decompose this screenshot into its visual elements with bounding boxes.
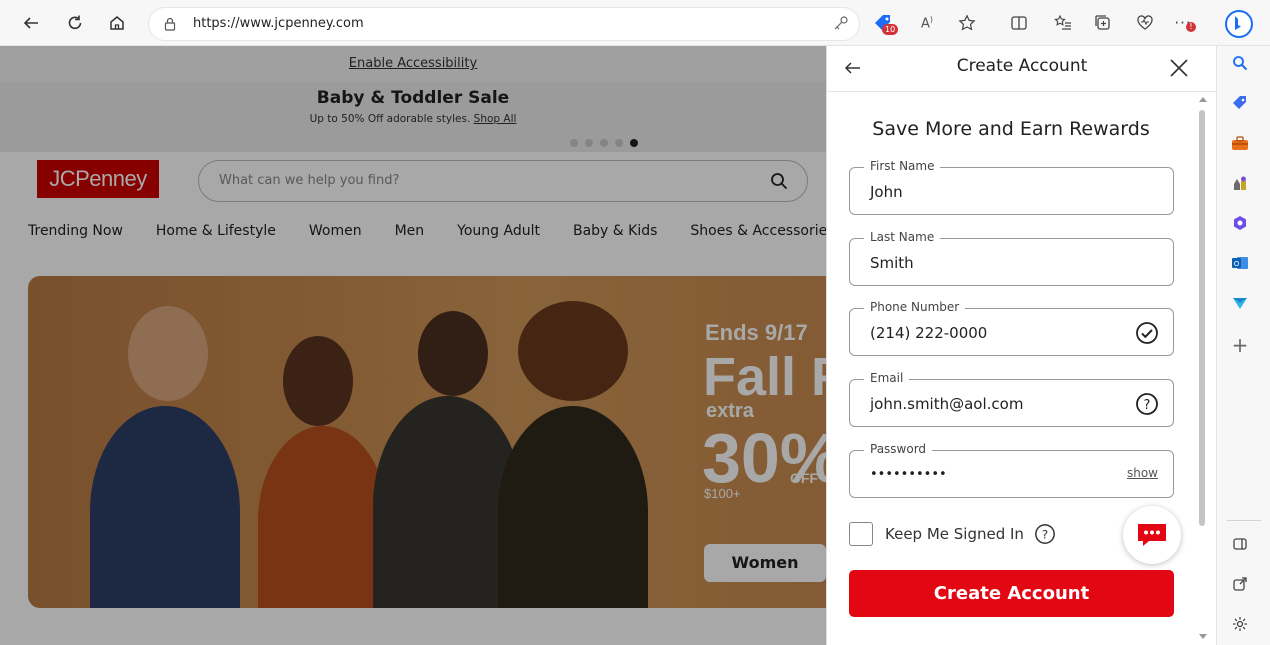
key-icon[interactable] — [830, 12, 852, 34]
keep-signed-in-label[interactable]: Keep Me Signed In — [885, 525, 1024, 543]
search-icon[interactable] — [1229, 52, 1251, 74]
create-account-panel: Create Account Save More and Earn Reward… — [826, 46, 1217, 645]
phone-number-label: Phone Number — [864, 300, 966, 314]
browser-sidebar: O + — [1216, 46, 1270, 645]
shopping-tag-icon[interactable]: 10 — [872, 12, 899, 35]
last-name-label: Last Name — [864, 230, 941, 244]
webpage-content: Enable Accessibility Baby & Toddler Sale… — [0, 46, 826, 645]
shopping-tag-icon[interactable] — [1229, 92, 1251, 114]
alert-dot: ! — [1186, 22, 1196, 32]
first-name-label: First Name — [864, 159, 941, 173]
panel-title: Create Account — [956, 56, 1088, 76]
url-text: https://www.jcpenney.com — [193, 16, 364, 31]
keep-signed-in-checkbox[interactable] — [849, 522, 873, 546]
coupon-badge: 10 — [882, 24, 899, 35]
bing-copilot-icon[interactable] — [1224, 9, 1254, 39]
password-label: Password — [864, 442, 933, 456]
last-name-value: Smith — [870, 254, 914, 272]
phone-number-field[interactable]: Phone Number (214) 222-0000 — [849, 300, 1174, 356]
panel-scrollbar[interactable] — [1199, 110, 1205, 526]
collections-icon[interactable] — [1092, 12, 1114, 34]
settings-gear-icon[interactable] — [1229, 613, 1251, 635]
tools-icon[interactable] — [1229, 132, 1251, 154]
email-value: john.smith@aol.com — [870, 395, 1024, 413]
open-external-icon[interactable] — [1229, 573, 1251, 595]
keep-signed-in-row: Keep Me Signed In ? — [849, 522, 1056, 546]
last-name-field[interactable]: Last Name Smith — [849, 230, 1174, 286]
split-screen-icon[interactable] — [1008, 12, 1030, 34]
first-name-value: John — [870, 183, 903, 201]
password-field[interactable]: Password •••••••••• show — [849, 442, 1174, 498]
email-field[interactable]: Email john.smith@aol.com ? — [849, 371, 1174, 427]
address-bar[interactable]: https://www.jcpenney.com — [148, 7, 860, 41]
favorite-star-icon[interactable] — [956, 12, 978, 34]
favorites-list-icon[interactable] — [1052, 12, 1074, 34]
chat-bubble-icon — [1138, 524, 1166, 546]
outlook-icon[interactable]: O — [1229, 252, 1251, 274]
modal-backdrop[interactable] — [0, 46, 826, 645]
chat-button[interactable] — [1123, 506, 1181, 564]
back-icon[interactable] — [20, 12, 42, 34]
games-icon[interactable] — [1229, 172, 1251, 194]
show-password-link[interactable]: show — [1127, 466, 1158, 480]
svg-text:O: O — [1234, 260, 1240, 268]
create-account-button[interactable]: Create Account — [849, 570, 1174, 617]
hide-sidebar-icon[interactable] — [1229, 533, 1251, 555]
lock-icon — [164, 17, 176, 31]
help-circle-icon[interactable]: ? — [1135, 392, 1159, 416]
phone-number-value: (214) 222-0000 — [870, 324, 988, 342]
add-icon[interactable]: + — [1229, 333, 1251, 357]
browser-toolbar: https://www.jcpenney.com 10 A) ··· ! — [0, 0, 1270, 46]
refresh-icon[interactable] — [64, 12, 86, 34]
close-icon[interactable] — [1167, 56, 1191, 80]
more-menu-icon[interactable]: ··· ! — [1172, 12, 1196, 34]
password-value: •••••••••• — [870, 467, 947, 482]
scroll-down-icon[interactable] — [1199, 634, 1207, 640]
microsoft-365-icon[interactable] — [1229, 212, 1251, 234]
email-label: Email — [864, 371, 910, 385]
browser-essentials-icon[interactable] — [1134, 12, 1156, 34]
panel-heading: Save More and Earn Rewards — [872, 118, 1150, 140]
read-aloud-icon[interactable]: A) — [916, 12, 938, 34]
checkmark-circle-icon — [1136, 322, 1158, 344]
scroll-up-icon[interactable] — [1199, 96, 1207, 102]
svg-text:?: ? — [1042, 528, 1048, 542]
keep-signed-in-help-icon[interactable]: ? — [1034, 523, 1056, 545]
sidebar-divider — [1227, 520, 1261, 521]
home-icon[interactable] — [106, 12, 128, 34]
svg-text:?: ? — [1144, 398, 1151, 413]
first-name-field[interactable]: First Name John — [849, 159, 1174, 215]
panel-header: Create Account — [827, 46, 1217, 92]
send-icon[interactable] — [1229, 292, 1251, 314]
